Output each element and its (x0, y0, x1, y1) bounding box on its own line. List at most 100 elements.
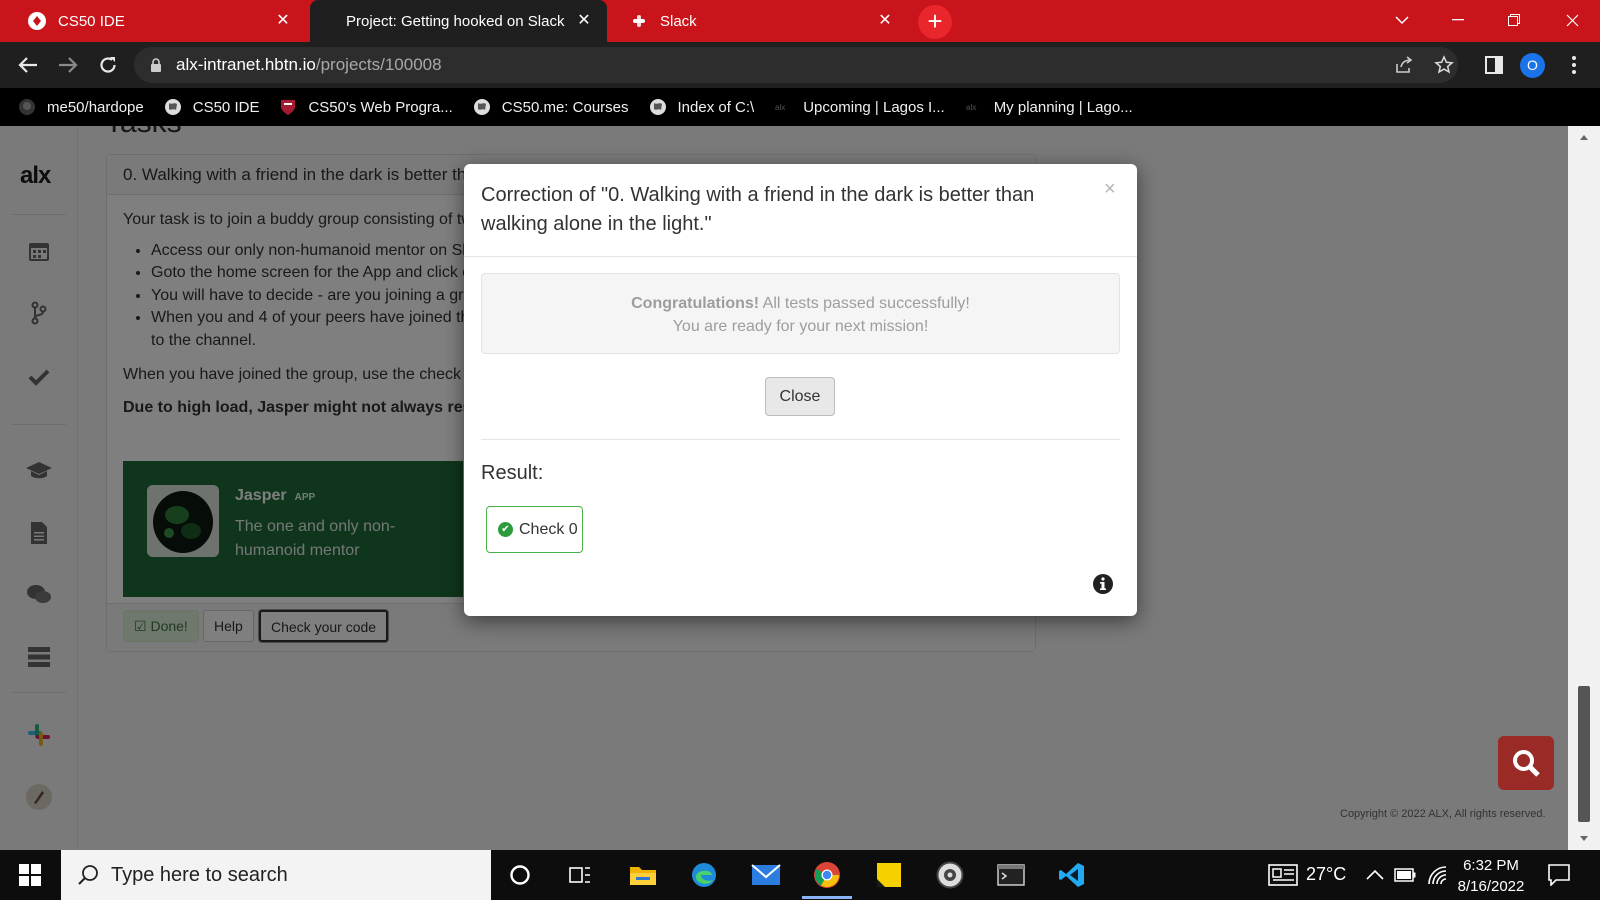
weather-temperature[interactable]: 27°C (1306, 864, 1346, 885)
close-button[interactable]: Close (765, 377, 835, 416)
taskbar-search-input[interactable]: Type here to search (61, 850, 491, 900)
tray-chevron-up-icon[interactable] (1366, 869, 1384, 881)
globe-icon (164, 99, 181, 115)
slack-favicon-icon (633, 15, 645, 27)
congrats-message: Congratulations! All tests passed succes… (481, 273, 1120, 354)
congrats-line-1: Congratulations! All tests passed succes… (482, 292, 1119, 315)
clock[interactable]: 6:32 PM 8/16/2022 (1448, 855, 1534, 897)
modal-title: Correction of "0. Walking with a friend … (481, 184, 1035, 235)
browser-tab-slack[interactable]: Slack ✕ (612, 0, 908, 42)
correction-modal: Correction of "0. Walking with a friend … (464, 164, 1137, 616)
scroll-thumb[interactable] (1578, 686, 1590, 822)
alx-icon: alx (775, 103, 785, 112)
reload-icon[interactable] (92, 49, 124, 81)
browser-tab-project[interactable]: Project: Getting hooked on Slack ✕ (310, 0, 607, 42)
search-icon (1513, 750, 1540, 777)
chrome-icon[interactable] (809, 859, 845, 891)
url-path: /projects/100008 (315, 55, 442, 74)
info-icon[interactable] (1092, 573, 1114, 595)
side-panel-icon[interactable] (1478, 49, 1510, 81)
tab-title: CS50 IDE (58, 12, 125, 30)
file-explorer-icon[interactable] (625, 859, 661, 891)
wifi-icon[interactable] (1426, 865, 1448, 885)
bookmark-label: My planning | Lago... (993, 98, 1133, 116)
obs-icon[interactable] (932, 859, 968, 891)
lock-icon (151, 57, 161, 72)
congrats-line-2: You are ready for your next mission! (672, 318, 929, 335)
clock-date: 8/16/2022 (1457, 878, 1525, 895)
check-result-badge[interactable]: ✔ Check 0 (486, 506, 583, 553)
terminal-icon[interactable] (993, 859, 1029, 891)
bookmark-cs50-ide[interactable]: CS50 IDE (164, 98, 260, 116)
bookmark-cs50-me[interactable]: CS50.me: Courses (473, 98, 629, 116)
bookmark-star-icon[interactable] (1434, 55, 1454, 75)
check-label: Check 0 (519, 520, 578, 538)
tab-close-icon[interactable]: ✕ (274, 12, 292, 30)
search-button[interactable] (1498, 736, 1554, 790)
bookmarks-bar: me50/hardope CS50 IDE CS50's Web Progra.… (0, 88, 1600, 126)
restore-button[interactable] (1486, 0, 1542, 40)
browser-tab-cs50-ide[interactable]: CS50 IDE ✕ (10, 0, 306, 42)
sticky-notes-icon[interactable] (871, 859, 907, 891)
windows-taskbar: Type here to search 27°C 6:32 PM 8/16/20… (0, 850, 1600, 900)
bookmark-label: Upcoming | Lagos I... (803, 98, 945, 116)
new-tab-button[interactable]: + (918, 5, 952, 39)
window-close-button[interactable] (1544, 0, 1600, 40)
svg-text:alx: alx (775, 103, 785, 112)
scroll-down-icon[interactable] (1568, 832, 1600, 846)
minimize-button[interactable] (1430, 0, 1486, 40)
active-app-indicator (802, 896, 852, 899)
taskbar-search-placeholder: Type here to search (111, 863, 288, 886)
tab-title: Slack (660, 12, 697, 30)
tab-close-icon[interactable]: ✕ (575, 12, 593, 30)
notifications-icon[interactable] (1548, 864, 1570, 886)
browser-toolbar: alx-intranet.hbtn.io/projects/100008 O (0, 42, 1600, 88)
tab-close-icon[interactable]: ✕ (876, 12, 894, 30)
bookmark-label: CS50's Web Progra... (308, 98, 453, 116)
tab-title: Project: Getting hooked on Slack (346, 12, 565, 30)
copyright-text: Copyright © 2022 ALX, All rights reserve… (1340, 808, 1546, 820)
share-icon[interactable] (1394, 55, 1414, 75)
windows-start-icon[interactable] (10, 860, 50, 890)
bookmark-cs50-web[interactable]: CS50's Web Progra... (279, 98, 453, 116)
back-arrow-icon[interactable] (12, 49, 44, 81)
page-scrollbar[interactable] (1568, 126, 1600, 850)
bookmark-my-planning[interactable]: alx My planning | Lago... (965, 98, 1133, 116)
globe-icon (473, 99, 490, 115)
bookmark-index-c[interactable]: Index of C:\ (649, 98, 754, 116)
bookmark-me50[interactable]: me50/hardope (18, 98, 144, 116)
congrats-rest: All tests passed successfully! (759, 295, 970, 312)
search-icon (78, 865, 98, 885)
address-bar[interactable]: alx-intranet.hbtn.io/projects/100008 (134, 47, 1458, 83)
cs50-favicon-icon (28, 12, 46, 30)
alx-icon: alx (966, 103, 976, 112)
bookmark-label: me50/hardope (47, 98, 144, 116)
modal-divider (464, 256, 1137, 257)
clock-time: 6:32 PM (1463, 857, 1519, 874)
battery-icon[interactable] (1394, 868, 1416, 882)
scroll-up-icon[interactable] (1568, 130, 1600, 144)
modal-close-icon[interactable]: × (1104, 178, 1116, 201)
bookmark-label: CS50 IDE (192, 98, 260, 116)
result-label: Result: (481, 462, 544, 484)
check-circle-icon: ✔ (498, 522, 513, 537)
forward-arrow-icon[interactable] (52, 49, 84, 81)
modal-divider (481, 439, 1120, 440)
profile-avatar[interactable]: O (1520, 53, 1545, 78)
bookmark-upcoming[interactable]: alx Upcoming | Lagos I... (774, 98, 944, 116)
github-icon (19, 99, 35, 115)
news-widget-icon[interactable] (1268, 864, 1300, 886)
harvard-shield-icon (281, 100, 296, 115)
task-view-icon[interactable] (562, 859, 598, 891)
vscode-icon[interactable] (1054, 859, 1090, 891)
url-host: alx-intranet.hbtn.io (176, 55, 316, 74)
edge-icon[interactable] (686, 859, 722, 891)
cortana-icon[interactable] (502, 859, 538, 891)
menu-kebab-icon[interactable] (1558, 49, 1590, 81)
browser-tab-strip: CS50 IDE ✕ Project: Getting hooked on Sl… (0, 0, 1600, 42)
congrats-strong: Congratulations! (631, 295, 760, 312)
svg-text:alx: alx (966, 103, 976, 112)
tab-search-icon[interactable] (1374, 0, 1430, 40)
globe-icon (649, 99, 666, 115)
mail-icon[interactable] (748, 859, 784, 891)
